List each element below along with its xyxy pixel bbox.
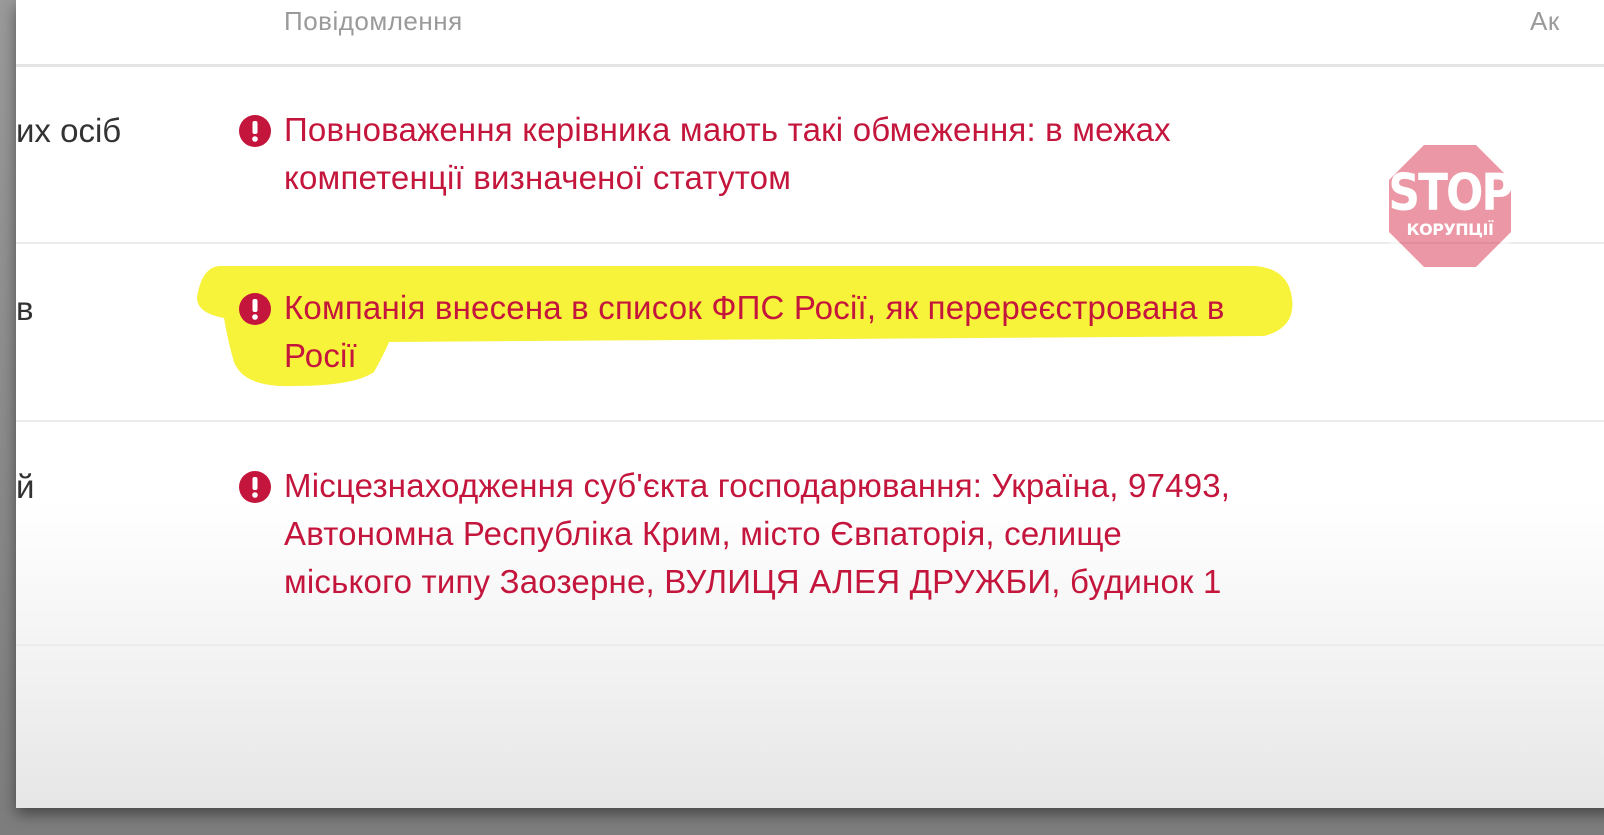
exclamation-circle-icon xyxy=(239,293,271,325)
exclamation-circle-icon xyxy=(239,115,271,147)
column-header-messages[interactable]: Повідомлення xyxy=(284,6,463,37)
message-line: Росії xyxy=(284,337,357,374)
watermark-subtitle: КОРУПЦІЇ xyxy=(1406,220,1494,239)
messages-table: Повідомлення Ак их осіб Повноваження кер… xyxy=(16,0,1604,808)
message-line: міського типу Заозерне, ВУЛИЦЯ АЛЕЯ ДРУЖ… xyxy=(284,563,1222,600)
screenshot-stage: Повідомлення Ак их осіб Повноваження кер… xyxy=(0,0,1604,835)
row-field-label: й xyxy=(16,468,35,505)
row-field-label: их осіб xyxy=(16,112,122,149)
table-row: й Місцезнаходження суб'єкта господарюван… xyxy=(16,422,1604,646)
table-header: Повідомлення Ак xyxy=(16,0,1604,67)
message-line: Автономна Республіка Крим, місто Євпатор… xyxy=(284,515,1122,552)
table-row: их осіб Повноваження керівника мають так… xyxy=(16,66,1604,244)
message-line: Компанія внесена в список ФПС Росії, як … xyxy=(284,289,1225,326)
watermark-title: STOP xyxy=(1388,164,1513,223)
exclamation-circle-icon xyxy=(239,471,271,503)
row-field-label: в xyxy=(16,290,34,327)
message-line: Повноваження керівника мають такі обмеже… xyxy=(284,111,1171,148)
stop-corruption-watermark: STOP КОРУПЦІЇ xyxy=(1380,136,1520,276)
row-message: Повноваження керівника мають такі обмеже… xyxy=(284,106,1171,202)
row-message: Місцезнаходження суб'єкта господарювання… xyxy=(284,462,1230,606)
column-header-actions[interactable]: Ак xyxy=(1530,6,1560,37)
message-line: компетенції визначеної статутом xyxy=(284,159,792,196)
table-row: в Компанія внесена в список ФПС Росії, я… xyxy=(16,244,1604,422)
message-line: Місцезнаходження суб'єкта господарювання… xyxy=(284,467,1231,504)
row-message-highlighted: Компанія внесена в список ФПС Росії, як … xyxy=(284,284,1225,380)
